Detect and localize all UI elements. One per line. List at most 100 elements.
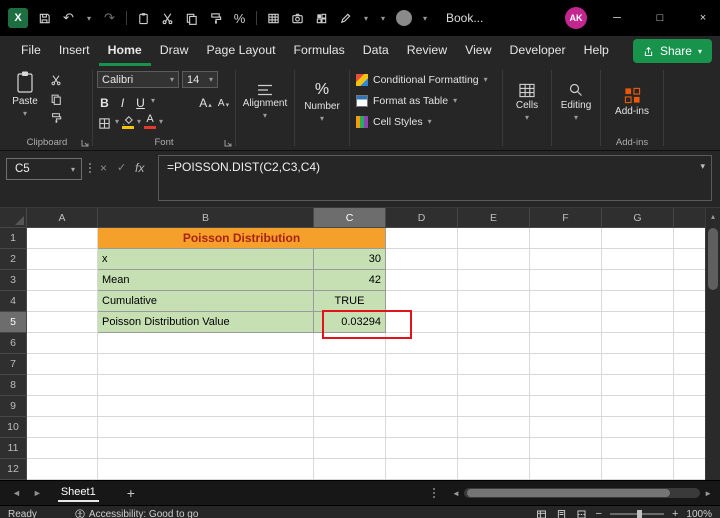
cell-B9[interactable] <box>98 396 314 417</box>
font-size-select[interactable]: 14 ▾ <box>182 71 218 88</box>
row-header-1[interactable]: 1 <box>0 228 27 249</box>
menu-tab-insert[interactable]: Insert <box>50 36 99 66</box>
cell-C11[interactable] <box>314 438 386 459</box>
percent-style-icon[interactable]: % <box>232 10 247 26</box>
italic-button[interactable]: I <box>115 92 130 110</box>
cell-B7[interactable] <box>98 354 314 375</box>
row-header-10[interactable]: 10 <box>0 417 27 438</box>
cell-F9[interactable] <box>530 396 602 417</box>
formula-bar-collapse-icon[interactable]: ▾ <box>700 161 705 172</box>
cell-A10[interactable] <box>27 417 98 438</box>
cell-A6[interactable] <box>27 333 98 354</box>
cell-E5[interactable] <box>458 312 530 333</box>
zoom-level[interactable]: 100% <box>686 509 712 518</box>
cell-F1[interactable] <box>530 228 602 249</box>
cell-E11[interactable] <box>458 438 530 459</box>
cell-B10[interactable] <box>98 417 314 438</box>
zoom-in-button[interactable]: + <box>672 508 678 518</box>
share-button[interactable]: Share ▾ <box>632 39 712 63</box>
paste-qat-icon[interactable] <box>136 10 151 26</box>
column-header-B[interactable]: B <box>98 208 314 228</box>
cell-B3[interactable]: Mean <box>98 270 314 291</box>
format-painter-icon[interactable] <box>208 10 223 26</box>
cell-F8[interactable] <box>530 375 602 396</box>
camera-icon[interactable] <box>290 10 305 26</box>
cell-C8[interactable] <box>314 375 386 396</box>
scroll-left-icon[interactable]: ◄ <box>452 489 460 498</box>
row-header-6[interactable]: 6 <box>0 333 27 354</box>
menu-tab-developer[interactable]: Developer <box>501 36 575 66</box>
cell-A4[interactable] <box>27 291 98 312</box>
save-icon[interactable] <box>37 10 52 26</box>
cell-A2[interactable] <box>27 249 98 270</box>
column-header-C[interactable]: C <box>314 208 386 228</box>
cell-styles-button[interactable]: Cell Styles ▾ <box>356 112 502 131</box>
borders-button[interactable] <box>97 113 112 131</box>
cell-G10[interactable] <box>602 417 674 438</box>
cut-button[interactable] <box>48 73 63 87</box>
cell-E12[interactable] <box>458 459 530 480</box>
conditional-formatting-button[interactable]: Conditional Formatting ▾ <box>356 70 502 89</box>
cell-D10[interactable] <box>386 417 458 438</box>
minimize-button[interactable]: ─ <box>600 0 634 36</box>
cell-F12[interactable] <box>530 459 602 480</box>
sheet-tab-sheet1[interactable]: Sheet1 <box>57 485 99 502</box>
cell-C9[interactable] <box>314 396 386 417</box>
scroll-up-icon[interactable]: ▴ <box>706 208 720 221</box>
cell-D9[interactable] <box>386 396 458 417</box>
menu-tab-data[interactable]: Data <box>354 36 398 66</box>
cells-button[interactable]: Cells ▾ <box>516 83 538 122</box>
zoom-out-button[interactable]: − <box>596 508 602 518</box>
font-name-select[interactable]: Calibri ▾ <box>97 71 179 88</box>
zoom-slider-thumb[interactable] <box>636 510 642 518</box>
cell-E7[interactable] <box>458 354 530 375</box>
add-sheet-button[interactable]: + <box>127 486 135 500</box>
increase-font-button[interactable]: A ▴ <box>198 92 213 110</box>
column-header-E[interactable]: E <box>458 208 530 228</box>
row-header-5[interactable]: 5 <box>0 312 27 333</box>
account-dropdown-icon[interactable]: ▾ <box>421 10 429 26</box>
row-header-4[interactable]: 4 <box>0 291 27 312</box>
cell-C12[interactable] <box>314 459 386 480</box>
column-header-G[interactable]: G <box>602 208 674 228</box>
horizontal-scroll-thumb[interactable] <box>466 489 671 497</box>
close-button[interactable]: × <box>686 0 720 36</box>
cell-F11[interactable] <box>530 438 602 459</box>
column-header-D[interactable]: D <box>386 208 458 228</box>
cell-G4[interactable] <box>602 291 674 312</box>
scroll-right-icon[interactable]: ► <box>704 489 712 498</box>
clipboard-dialog-launcher[interactable] <box>81 139 89 147</box>
cell-A1[interactable] <box>27 228 98 249</box>
number-format-button[interactable]: % Number ▾ <box>304 81 340 123</box>
redo-icon[interactable]: ↷ <box>102 10 117 26</box>
sheet-nav-right-icon[interactable]: ► <box>33 488 42 498</box>
column-header-A[interactable]: A <box>27 208 98 228</box>
font-color-button[interactable]: A <box>144 114 157 129</box>
cell-E10[interactable] <box>458 417 530 438</box>
cell-A11[interactable] <box>27 438 98 459</box>
cell-B12[interactable] <box>98 459 314 480</box>
insert-table-icon[interactable] <box>266 10 281 26</box>
cell-D1[interactable] <box>386 228 458 249</box>
cell-F10[interactable] <box>530 417 602 438</box>
normal-view-icon[interactable] <box>536 508 548 518</box>
cell-G3[interactable] <box>602 270 674 291</box>
draw-dropdown-icon[interactable]: ▾ <box>362 10 370 26</box>
menu-tab-page-layout[interactable]: Page Layout <box>197 36 284 66</box>
addins-button[interactable]: Add-ins <box>615 87 649 117</box>
cell-D4[interactable] <box>386 291 458 312</box>
user-avatar[interactable]: AK <box>565 7 587 29</box>
alignment-button[interactable]: Alignment ▾ <box>243 84 287 120</box>
cell-G1[interactable] <box>602 228 674 249</box>
format-as-table-button[interactable]: Format as Table ▾ <box>356 91 502 110</box>
paste-button[interactable]: Paste ▾ <box>2 70 48 134</box>
cell-B6[interactable] <box>98 333 314 354</box>
cell-A3[interactable] <box>27 270 98 291</box>
cell-A7[interactable] <box>27 354 98 375</box>
quick-access-more-icon[interactable]: ▾ <box>379 10 387 26</box>
cell-G11[interactable] <box>602 438 674 459</box>
cell-C10[interactable] <box>314 417 386 438</box>
cell-E9[interactable] <box>458 396 530 417</box>
cell-G8[interactable] <box>602 375 674 396</box>
cell-A12[interactable] <box>27 459 98 480</box>
